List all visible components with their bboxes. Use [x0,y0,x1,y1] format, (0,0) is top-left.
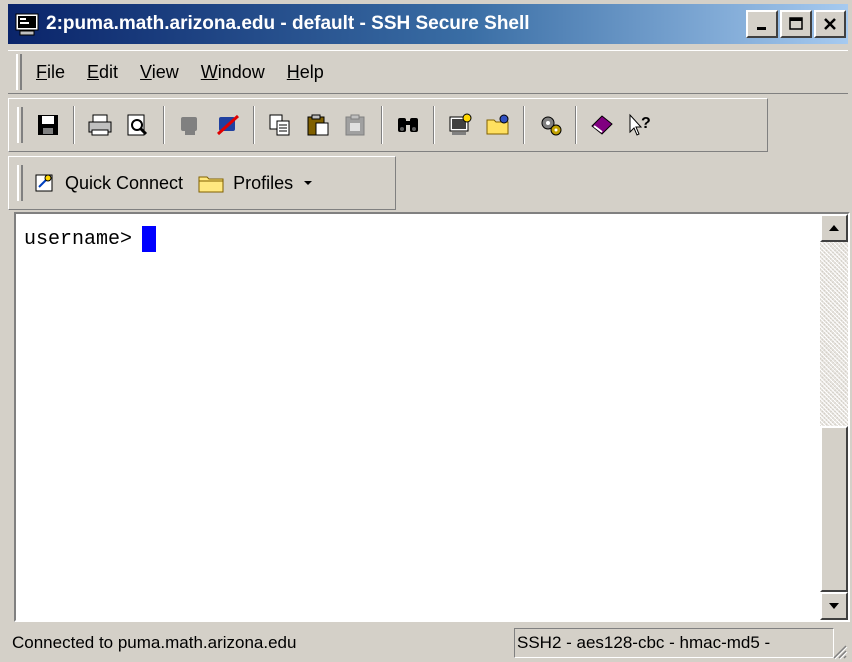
paste-disabled-icon [345,114,365,136]
help-topics-icon [591,115,613,135]
toolbar-separator [253,106,255,144]
minimize-icon [757,27,766,30]
paste-disabled-button[interactable] [339,108,373,142]
folder-icon [198,176,224,193]
connection-status: Connected to puma.math.arizona.edu [12,633,297,652]
menu-window[interactable]: Window [201,62,265,83]
title-bar[interactable]: 2:puma.math.arizona.edu - default - SSH … [8,4,848,44]
connect-toolbar: Quick Connect Profiles [8,156,396,210]
connect-icon [181,117,197,135]
save-button[interactable] [31,108,65,142]
print-icon [88,114,112,136]
find-button[interactable] [391,108,425,142]
ssh-window: 2:puma.math.arizona.edu - default - SSH … [0,0,852,662]
disconnect-button[interactable] [211,108,245,142]
scrollbar-thumb[interactable] [820,426,848,592]
menu-file[interactable]: File [36,62,65,83]
scroll-up-button[interactable] [820,214,848,242]
toolbar-grip[interactable] [17,107,23,143]
prompt-line: username> [24,226,812,252]
quick-connect-icon [35,174,53,192]
new-terminal-icon [449,113,472,135]
connectbar-grip[interactable] [17,165,23,201]
settings-icon [541,116,562,136]
terminal-frame: username> [14,212,850,622]
new-file-transfer-icon [486,114,509,135]
arrow-down-icon [829,603,839,609]
terminal-app-icon[interactable] [14,11,40,37]
print-preview-icon [127,114,148,136]
toolbar-separator [163,106,165,144]
new-file-transfer-button[interactable] [481,108,515,142]
quick-connect-button[interactable]: Quick Connect [33,171,183,195]
print-preview-button[interactable] [121,108,155,142]
arrow-up-icon [829,225,839,231]
scroll-down-button[interactable] [820,592,848,620]
chevron-down-icon [304,181,313,185]
disconnect-icon [216,114,240,136]
whats-this-button[interactable]: ? [623,108,657,142]
connect-button[interactable] [173,108,207,142]
paste-button[interactable] [301,108,335,142]
whats-this-icon: ? [629,113,651,136]
minimize-button[interactable] [746,10,778,38]
print-button[interactable] [83,108,117,142]
toolbar-separator [433,106,435,144]
save-icon [38,115,58,135]
terminal-prompt: username> [24,227,133,251]
toolbar-separator [73,106,75,144]
toolbar-separator [575,106,577,144]
settings-button[interactable] [533,108,567,142]
window-title: 2:puma.math.arizona.edu - default - SSH … [46,13,530,34]
main-toolbar: ? [8,98,768,152]
help-topics-button[interactable] [585,108,619,142]
close-button[interactable] [814,10,846,38]
svg-text:?: ? [641,115,651,132]
copy-icon [269,114,290,136]
profiles-dropdown[interactable]: Profiles [197,172,317,194]
quick-connect-label: Quick Connect [65,172,184,193]
menu-bar: File Edit View Window Help [8,50,848,94]
vertical-scrollbar[interactable] [820,214,848,620]
cipher-status: SSH2 - aes128-cbc - hmac-md5 - [514,628,834,658]
status-bar: Connected to puma.math.arizona.edu SSH2 … [8,626,848,660]
menu-edit[interactable]: Edit [87,62,118,83]
find-icon [398,118,418,132]
toolbar-separator [381,106,383,144]
menu-view[interactable]: View [140,62,179,83]
close-icon [824,18,836,30]
toolbar-separator [523,106,525,144]
maximize-icon [789,17,803,30]
maximize-button[interactable] [780,10,812,38]
copy-button[interactable] [263,108,297,142]
profiles-label: Profiles [233,172,294,193]
text-cursor [142,226,157,252]
paste-icon [307,114,329,136]
menu-help[interactable]: Help [287,62,324,83]
resize-grip-icon[interactable] [828,640,848,660]
terminal-area[interactable]: username> [16,214,820,620]
menubar-grip[interactable] [16,54,22,90]
new-terminal-button[interactable] [443,108,477,142]
